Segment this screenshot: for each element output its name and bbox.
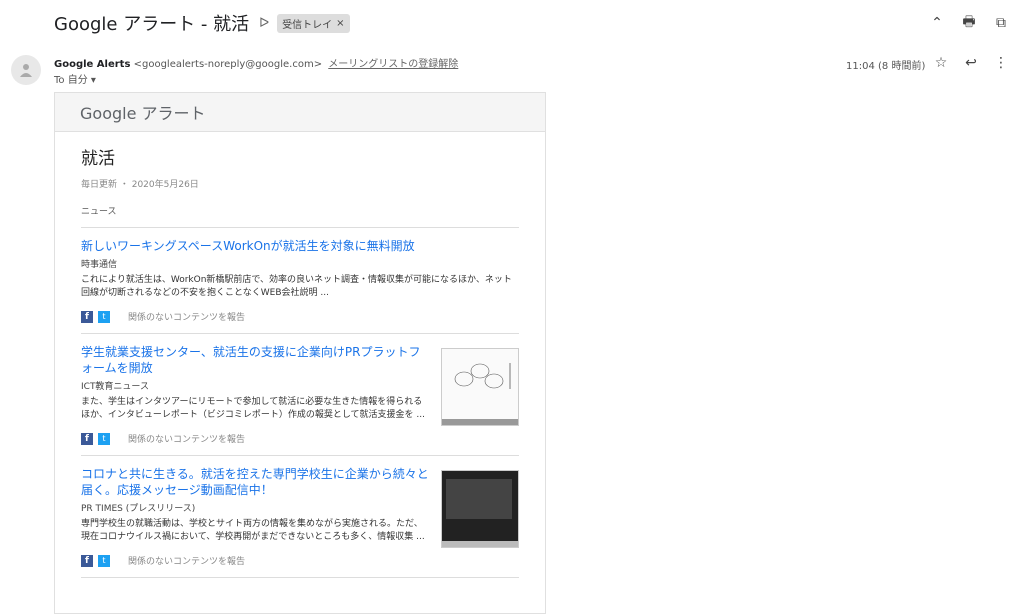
- twitter-icon[interactable]: t: [98, 554, 110, 567]
- star-icon[interactable]: ☆: [932, 54, 950, 72]
- news-item: コロナと共に生きる。就活を控えた専門学校生に企業から続々と届く。応援メッセージ動…: [81, 456, 519, 578]
- message-actions: ☆ ↩ ⋮: [932, 54, 1010, 72]
- facebook-icon[interactable]: f: [81, 554, 93, 567]
- news-snippet: これにより就活生は、WorkOn新橋駅前店で、効率の良いネット調査・情報収集が可…: [81, 275, 512, 298]
- facebook-icon[interactable]: f: [81, 432, 93, 445]
- label-chip[interactable]: 受信トレイ ×: [277, 13, 350, 33]
- unsubscribe-link[interactable]: メーリングリストの登録解除: [328, 59, 458, 70]
- sender-name: Google Alerts: [54, 59, 131, 70]
- print-icon[interactable]: 🖶: [960, 14, 978, 32]
- top-toolbar: ⌃ 🖶 ⧉: [928, 14, 1010, 32]
- sender-email: <googlealerts-noreply@google.com>: [133, 59, 323, 70]
- news-thumbnail[interactable]: [441, 348, 519, 426]
- alert-card: Google アラート 就活 毎日更新 ・ 2020年5月26日 ニュース 新し…: [54, 92, 546, 614]
- twitter-icon[interactable]: t: [98, 432, 110, 445]
- email-subject: Google アラート - 就活: [54, 14, 250, 35]
- news-title-link[interactable]: 新しいワーキングスペースWorkOnが就活生を対象に無料開放: [81, 238, 519, 254]
- news-source: 時事通信: [81, 260, 118, 270]
- news-snippet: また、学生はインタツアーにリモートで参加して就活に必要な生きた情報を得られるほか…: [81, 397, 425, 420]
- report-link[interactable]: 関係のないコンテンツを報告: [128, 310, 245, 323]
- alert-meta: 毎日更新 ・ 2020年5月26日: [81, 180, 199, 190]
- section-label: ニュース: [81, 204, 519, 228]
- news-title-link[interactable]: 学生就業支援センター、就活生の支援に企業向けPRプラットフォームを開放: [81, 344, 431, 376]
- report-link[interactable]: 関係のないコンテンツを報告: [128, 554, 245, 567]
- open-new-window-icon[interactable]: ⧉: [992, 14, 1010, 32]
- news-source: ICT教育ニュース: [81, 382, 149, 392]
- collapse-all-icon[interactable]: ⌃: [928, 14, 946, 32]
- remove-label-icon[interactable]: ×: [336, 18, 344, 29]
- sender-line: Google Alerts <googlealerts-noreply@goog…: [54, 55, 458, 70]
- twitter-icon[interactable]: t: [98, 310, 110, 323]
- recipient-dropdown[interactable]: To 自分 ▾: [54, 71, 96, 86]
- card-header: Google アラート: [55, 93, 545, 132]
- message-time: 11:04 (8 時間前): [846, 61, 926, 72]
- news-title-link[interactable]: コロナと共に生きる。就活を控えた専門学校生に企業から続々と届く。応援メッセージ動…: [81, 466, 431, 498]
- facebook-icon[interactable]: f: [81, 310, 93, 323]
- report-link[interactable]: 関係のないコンテンツを報告: [128, 432, 245, 445]
- news-video-thumbnail[interactable]: [441, 470, 519, 548]
- important-marker-icon[interactable]: ᐅ: [259, 16, 269, 31]
- news-item: 新しいワーキングスペースWorkOnが就活生を対象に無料開放 時事通信 これによ…: [81, 228, 519, 334]
- news-source: PR TIMES (プレスリリース): [81, 504, 196, 514]
- subject-row: Google アラート - 就活 ᐅ 受信トレイ ×: [54, 8, 350, 38]
- sender-avatar: [11, 55, 41, 85]
- more-options-icon[interactable]: ⋮: [992, 54, 1010, 72]
- news-item: 学生就業支援センター、就活生の支援に企業向けPRプラットフォームを開放 ICT教…: [81, 334, 519, 456]
- news-snippet: 専門学校生の就職活動は、学校とサイト両方の情報を集めながら実施される。ただ、現在…: [81, 519, 425, 542]
- reply-icon[interactable]: ↩: [962, 54, 980, 72]
- alert-topic: 就活: [81, 149, 115, 169]
- label-chip-text: 受信トレイ: [282, 19, 333, 31]
